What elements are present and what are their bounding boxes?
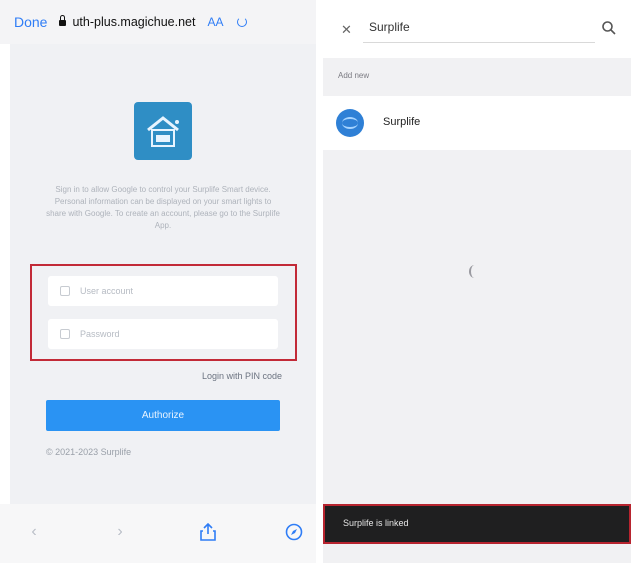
user-account-input[interactable]: User account [48, 276, 278, 306]
text-size-button[interactable]: AA [207, 15, 223, 29]
add-new-section-header: Add new [323, 66, 631, 88]
service-list-item[interactable]: Surplife [323, 96, 631, 150]
reload-icon[interactable] [237, 17, 248, 27]
compass-icon[interactable] [284, 522, 304, 542]
lock-field-icon [60, 329, 70, 339]
password-placeholder: Password [80, 329, 120, 339]
authorize-button[interactable]: Authorize [46, 400, 280, 431]
user-account-placeholder: User account [80, 286, 134, 296]
back-icon[interactable]: ‹ [24, 522, 44, 542]
password-input[interactable]: Password [48, 319, 278, 349]
done-button[interactable]: Done [14, 14, 47, 30]
loading-spinner-icon [469, 265, 480, 278]
search-input[interactable]: Surplife [369, 20, 410, 34]
linked-toast: Surplife is linked [323, 504, 631, 544]
browser-bottom-bar: ‹ › [0, 504, 316, 563]
url-text[interactable]: uth-plus.magichue.net [72, 15, 195, 29]
oauth-webview-panel: Done uth-plus.magichue.net AA Sign in to… [0, 0, 316, 563]
login-description: Sign in to allow Google to control your … [46, 185, 280, 230]
search-bar: ✕ Surplife [323, 0, 631, 58]
share-icon[interactable] [198, 522, 218, 542]
service-name: Surplife [383, 116, 421, 128]
login-content: Sign in to allow Google to control your … [10, 44, 316, 504]
forward-icon[interactable]: › [110, 522, 130, 542]
surplife-logo [134, 102, 192, 160]
surplife-app-icon [336, 109, 364, 137]
copyright-text: © 2021-2023 Surplife [46, 447, 132, 457]
browser-top-bar: Done uth-plus.magichue.net AA [0, 0, 316, 44]
login-with-pin-link[interactable]: Login with PIN code [202, 371, 282, 381]
toast-text: Surplife is linked [343, 518, 409, 528]
section-label: Add new [338, 71, 370, 80]
google-home-add-panel: ✕ Surplife Add new Surplife Surplife is … [323, 0, 631, 563]
search-icon[interactable] [601, 20, 617, 36]
close-icon[interactable]: ✕ [341, 22, 352, 38]
lock-icon [59, 15, 67, 26]
search-underline [363, 42, 595, 43]
user-icon [60, 286, 70, 296]
